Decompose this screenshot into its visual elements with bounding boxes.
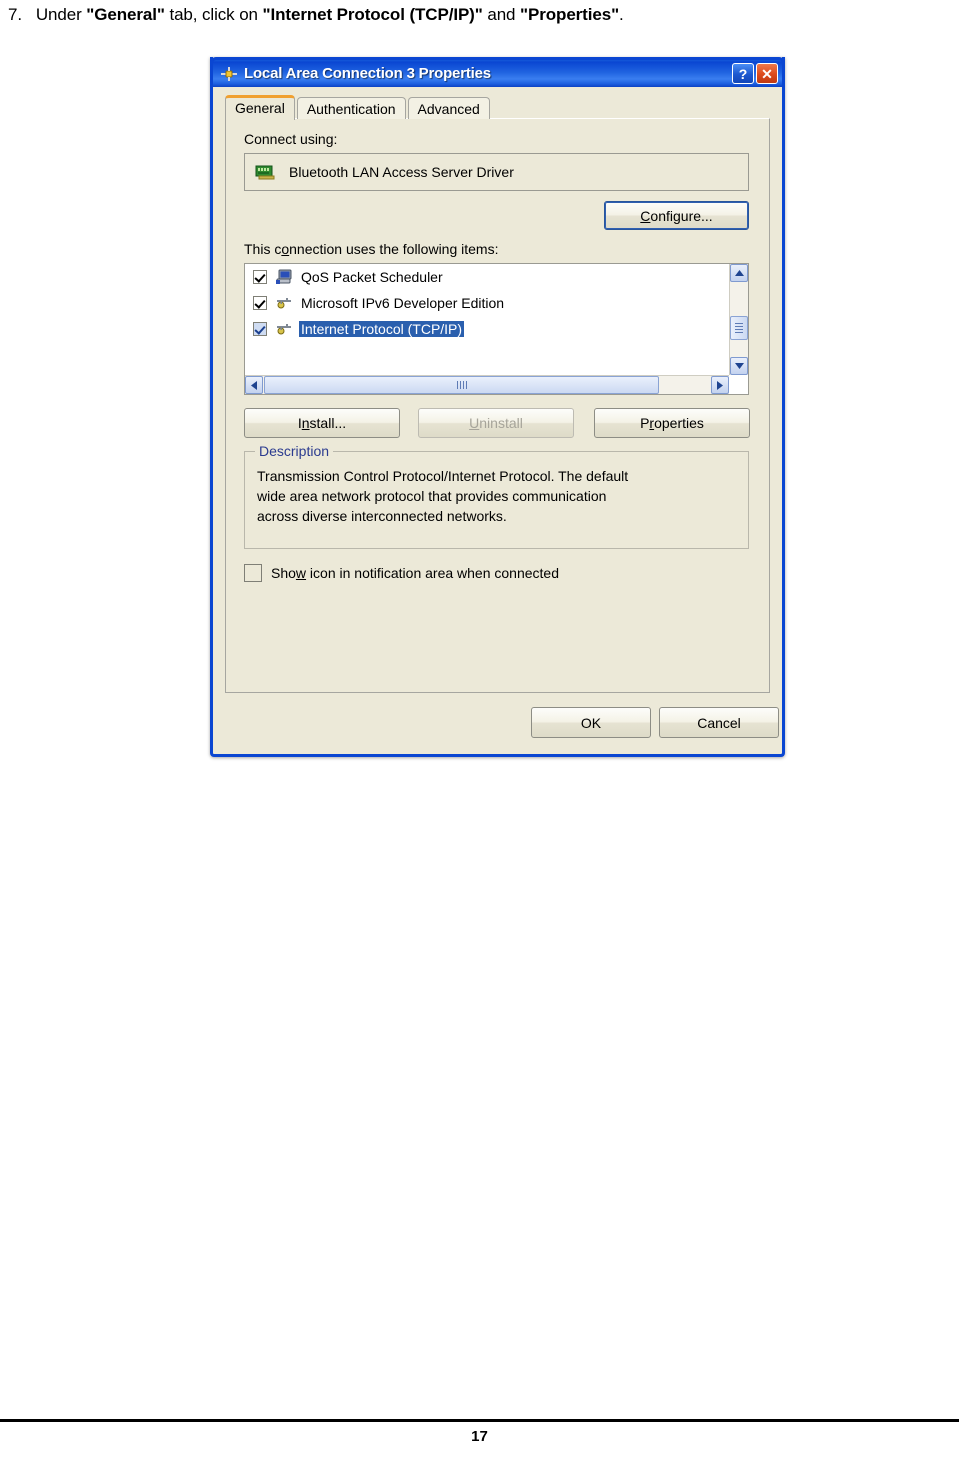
components-list: QoS Packet Scheduler Microsoft IPv6 Deve… [245,264,728,342]
scroll-grip-icon [456,381,467,389]
list-item-label: QoS Packet Scheduler [301,269,443,285]
tab-advanced[interactable]: Advanced [407,97,490,119]
scroll-grip-icon [735,323,743,333]
list-item-label: Microsoft IPv6 Developer Edition [301,295,505,311]
properties-button[interactable]: Properties [594,408,750,438]
description-body: Transmission Control Protocol/Internet P… [257,466,738,526]
components-listbox[interactable]: QoS Packet Scheduler Microsoft IPv6 Deve… [244,263,749,395]
description-groupbox: Description Transmission Control Protoco… [244,443,749,549]
uninstall-button-label: Uninstall [469,415,523,431]
horizontal-scroll-thumb[interactable] [264,376,659,394]
description-line-3: across diverse interconnected networks. [257,508,507,524]
items-label: This connection uses the following items… [244,241,499,257]
configure-button[interactable]: Configure... [604,201,749,230]
cancel-button-label: Cancel [697,714,741,731]
footer-divider [0,1419,959,1422]
window-buttons: ? ✕ [732,63,778,84]
properties-dialog: Local Area Connection 3 Properties ? ✕ G… [210,57,785,757]
protocol-icon [275,295,293,311]
checkbox-tcpip[interactable] [253,322,267,336]
description-line-2: wide area network protocol that provides… [257,488,607,504]
ok-button-label: OK [580,714,602,731]
close-icon[interactable]: ✕ [756,63,778,84]
install-button[interactable]: Install... [244,408,400,438]
dialog-title: Local Area Connection 3 Properties [244,65,491,82]
instruction-bold-properties: "Properties" [520,5,620,24]
tab-panel-general: Connect using: Bluetooth LAN Access Serv… [225,118,770,693]
scroll-up-icon[interactable] [730,264,748,282]
instruction-part-2: tab, click on [164,5,263,24]
install-button-label: Install... [297,415,347,431]
list-item[interactable]: QoS Packet Scheduler [245,264,728,290]
horizontal-scrollbar[interactable] [245,375,729,394]
connect-using-label: Connect using: [244,131,338,147]
instruction-bold-general: "General" [86,5,165,24]
connect-using-field[interactable]: Bluetooth LAN Access Server Driver [244,153,749,191]
description-title: Description [255,443,334,459]
tab-authentication[interactable]: Authentication [296,97,406,119]
network-connection-icon [220,66,238,82]
configure-button-label: Configure... [640,207,713,224]
list-item-selected[interactable]: Internet Protocol (TCP/IP) [245,316,728,342]
dialog-titlebar[interactable]: Local Area Connection 3 Properties ? ✕ [210,57,785,87]
tabstrip: General Authentication Advanced [225,95,492,120]
list-item[interactable]: Microsoft IPv6 Developer Edition [245,290,728,316]
page-number: 17 [471,1428,488,1445]
computer-icon [275,269,293,285]
list-item-label: Internet Protocol (TCP/IP) [299,321,465,337]
vertical-scroll-thumb[interactable] [730,316,748,340]
uninstall-button: Uninstall [418,408,574,438]
checkbox-qos[interactable] [253,270,267,284]
protocol-icon [275,321,293,337]
show-icon-checkbox[interactable] [244,564,262,582]
scroll-right-icon[interactable] [711,376,729,394]
adapter-name: Bluetooth LAN Access Server Driver [289,164,514,180]
checkbox-ipv6[interactable] [253,296,267,310]
scroll-down-icon[interactable] [730,357,748,375]
tab-general[interactable]: General [225,95,295,120]
instruction-part-4: . [619,5,624,24]
cancel-button[interactable]: Cancel [659,707,779,738]
instruction-part-3: and [482,5,521,24]
instruction-text: 7. Under "General" tab, click on "Intern… [8,4,948,26]
properties-button-label: Properties [640,415,704,431]
instruction-number: 7. [8,5,22,24]
show-icon-label: Show icon in notification area when conn… [271,565,559,581]
ok-button[interactable]: OK [531,707,651,738]
instruction-part-1: Under [35,5,87,24]
vertical-scrollbar[interactable] [729,264,748,375]
description-line-1: Transmission Control Protocol/Internet P… [257,468,629,484]
scroll-left-icon[interactable] [245,376,263,394]
instruction-bold-protocol: "Internet Protocol (TCP/IP)" [262,5,483,24]
show-icon-row[interactable]: Show icon in notification area when conn… [244,564,559,582]
network-adapter-icon [255,163,277,181]
help-icon[interactable]: ? [732,63,754,84]
